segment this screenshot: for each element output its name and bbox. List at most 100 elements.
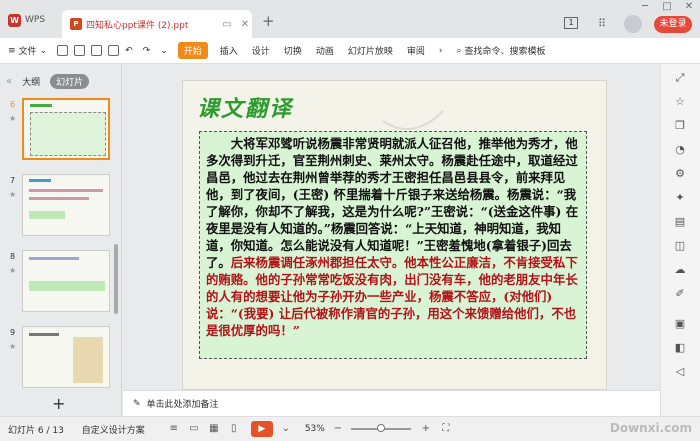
editing-canvas: 课文翻译 大将军邓骘听说杨震非常贤明就派人征召他，推举他为秀才，他多次得到升迁，… [123, 64, 660, 416]
tab-review[interactable]: 审阅 [407, 44, 425, 57]
ppt-file-icon: P [70, 18, 82, 30]
slide-number: 7 [10, 176, 16, 185]
animation-star-icon: ★ [9, 114, 17, 123]
slide-number: 8 [10, 252, 16, 261]
undo-icon[interactable]: ↶ [125, 46, 133, 56]
tab-outline[interactable]: 大纲 [22, 75, 40, 88]
panel-scrollbar[interactable] [114, 244, 118, 314]
current-slide[interactable]: 课文翻译 大将军邓骘听说杨震非常贤明就派人征召他，推举他为秀才，他多次得到升迁，… [182, 80, 607, 390]
minimize-icon[interactable]: ─ [634, 0, 656, 18]
thumb-line [29, 197, 89, 200]
slide-preview [22, 326, 110, 388]
command-search-label: 查找命令、搜索模板 [464, 47, 546, 57]
save-icon[interactable] [57, 45, 69, 56]
audio-icon[interactable]: ◁ [673, 366, 687, 378]
notes-area[interactable]: ✎ 单击此处添加备注 [123, 390, 660, 416]
alignment-icon[interactable]: ≡ [167, 423, 181, 435]
copy-icon[interactable]: ❐ [673, 120, 687, 132]
window-mode-icon[interactable]: ▭ [220, 19, 234, 30]
tab-slides[interactable]: 幻灯片 [50, 74, 90, 89]
shapes-icon[interactable]: ◔ [673, 144, 687, 156]
slide-thumbnail-8[interactable]: 8 ★ [6, 250, 114, 314]
animation-star-icon: ★ [9, 190, 17, 199]
play-slideshow-button[interactable]: ▶ [250, 421, 273, 437]
layers-icon[interactable]: ▤ [673, 216, 687, 228]
more-dropdown-icon[interactable]: ⌄ [160, 46, 168, 56]
wps-home-tab[interactable]: W WPS [8, 9, 54, 31]
animation-icon[interactable]: ✦ [673, 192, 687, 204]
theme-name[interactable]: 自定义设计方案 [82, 423, 145, 436]
thumb-line [29, 257, 79, 260]
file-menu[interactable]: ≡ 文件 ⌄ [8, 44, 48, 58]
slide-title[interactable]: 课文翻译 [197, 91, 293, 123]
tab-slideshow[interactable]: 幻灯片放映 [348, 44, 393, 57]
zoom-slider-knob[interactable] [376, 424, 385, 432]
command-search[interactable]: ⌕ 查找命令、搜索模板 [456, 44, 546, 58]
tab-animation[interactable]: 动画 [316, 44, 334, 57]
tab-start[interactable]: 开始 [177, 42, 208, 59]
slide-thumbnail-9[interactable]: 9 ★ [6, 326, 114, 390]
new-tab-button[interactable]: + [262, 12, 275, 30]
document-tab[interactable]: P 四知私心ppt课件 (2).ppt ▭ ✕ [62, 10, 252, 38]
collapse-panel-icon[interactable]: « [6, 76, 12, 87]
search-icon: ⌕ [456, 45, 462, 56]
settings-sliders-icon[interactable]: ⚙ [673, 168, 687, 180]
box-icon[interactable]: ◫ [673, 240, 687, 252]
sorter-view-icon[interactable]: ▦ [207, 423, 221, 435]
reading-view-icon[interactable]: ▯ [227, 423, 241, 435]
record-icon[interactable]: ◧ [673, 342, 687, 354]
star-icon[interactable]: ☆ [673, 96, 687, 108]
slide-number: 9 [10, 328, 16, 337]
add-slide-button[interactable]: + [52, 394, 65, 413]
redo-icon[interactable]: ↷ [143, 46, 151, 56]
status-bar: 幻灯片 6 / 13 自定义设计方案 ≡ ▭ ▦ ▯ ▶ ⌄ 53% − + ⛶ [0, 416, 700, 441]
thumb-highlight [29, 211, 65, 219]
thumb-title-bar [30, 104, 52, 107]
hamburger-icon: ≡ [8, 45, 16, 56]
expand-icon[interactable]: ⤢ [673, 72, 687, 84]
slide-preview [22, 174, 110, 236]
tab-transition[interactable]: 切换 [284, 44, 302, 57]
slide-thumbnail-7[interactable]: 7 ★ [6, 174, 114, 238]
thumb-figure-image [73, 337, 103, 383]
wps-home-label: WPS [25, 15, 46, 25]
close-tab-icon[interactable]: ✕ [238, 19, 252, 30]
notes-placeholder: 单击此处添加备注 [146, 400, 219, 410]
document-count-badge[interactable]: 1 [564, 17, 578, 29]
wps-logo-icon: W [8, 13, 21, 27]
main-toolbar: ≡ 文件 ⌄ ↶ ↷ ⌄ 开始 插入 设计 切换 动画 幻灯片放映 审阅 › ⌕… [0, 38, 700, 64]
backup-icon[interactable]: ☁ [673, 264, 687, 276]
fit-window-icon[interactable]: ⛶ [439, 423, 453, 435]
thumb-highlight [29, 281, 105, 291]
thumb-title-bar [29, 179, 51, 182]
zoom-in-icon[interactable]: + [419, 423, 433, 435]
slide-thumbnail-6[interactable]: 6 ★ [6, 98, 114, 162]
translation-textbox[interactable]: 大将军邓骘听说杨震非常贤明就派人征召他，推举他为秀才，他多次得到升迁，官至荆州刺… [199, 131, 587, 359]
export-pdf-icon[interactable] [74, 45, 86, 56]
chevron-down-icon: ⌄ [39, 45, 48, 56]
thumb-line [29, 189, 103, 192]
print-icon[interactable] [91, 45, 103, 56]
tab-design[interactable]: 设计 [252, 44, 270, 57]
file-menu-label: 文件 [18, 47, 37, 57]
chevron-down-icon[interactable]: ⌄ [279, 423, 293, 435]
right-sidebar: ⤢ ☆ ❐ ◔ ⚙ ✦ ▤ ◫ ☁ ✐ ▣ ◧ ◁ [660, 64, 700, 416]
zoom-level[interactable]: 53% [305, 424, 325, 434]
thumb-line [29, 333, 59, 336]
normal-view-icon[interactable]: ▭ [187, 423, 201, 435]
print-preview-icon[interactable] [108, 45, 120, 56]
notes-icon: ✎ [133, 398, 141, 409]
tab-insert[interactable]: 插入 [220, 44, 238, 57]
slide-preview [22, 250, 110, 312]
slide-preview [22, 98, 110, 160]
pen-icon[interactable]: ✐ [673, 288, 687, 300]
animation-star-icon: ★ [9, 342, 17, 351]
zoom-slider[interactable] [350, 424, 411, 432]
image-icon[interactable]: ▣ [673, 318, 687, 330]
more-tabs-icon[interactable]: › [439, 46, 443, 56]
login-button[interactable]: 未登录 [654, 16, 692, 33]
zoom-out-icon[interactable]: − [331, 423, 345, 435]
apps-grid-icon[interactable]: ⠿ [598, 17, 606, 30]
translation-text: 大将军邓骘听说杨震非常贤明就派人征召他，推举他为秀才，他多次得到升迁，官至荆州刺… [206, 136, 579, 270]
panel-tabs: « 大纲 幻灯片 [6, 74, 90, 89]
